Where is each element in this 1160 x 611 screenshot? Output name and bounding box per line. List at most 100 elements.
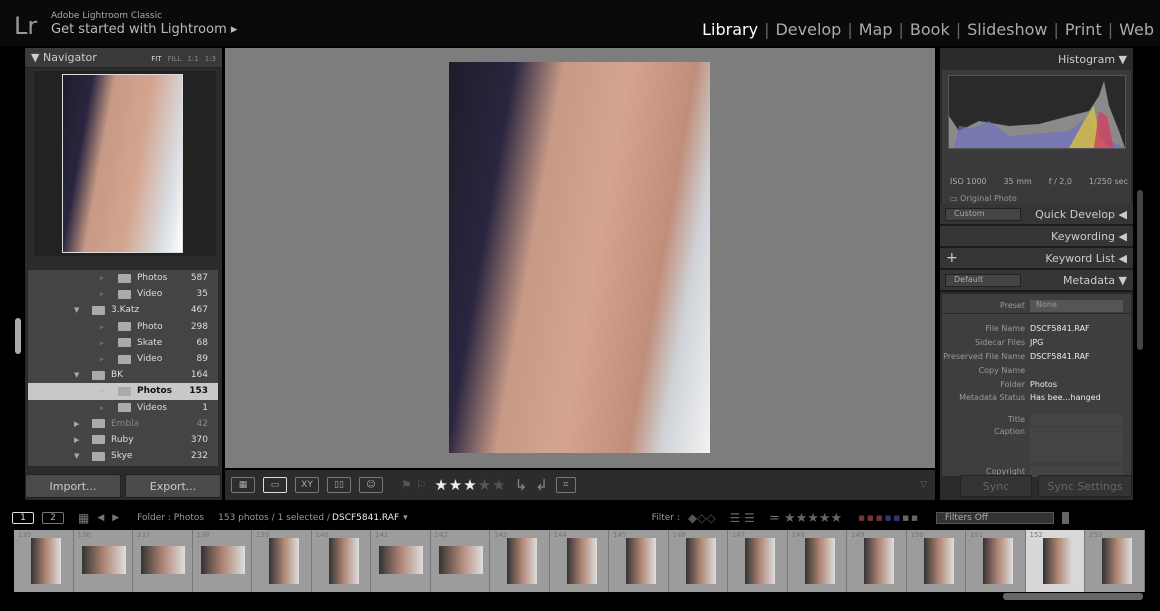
metadata-preset[interactable]: Default: [945, 274, 1021, 287]
import-button[interactable]: Import...: [25, 474, 121, 498]
quick-develop-header[interactable]: Custom Quick Develop ◀: [940, 204, 1133, 226]
filmstrip-thumbnail[interactable]: 140: [311, 530, 371, 592]
disclosure-icon[interactable]: ▹: [100, 404, 118, 412]
filmstrip-thumbnail[interactable]: 147: [728, 530, 788, 592]
folder-item[interactable]: ▼ 3.Katz 467: [28, 302, 218, 318]
folder-item[interactable]: ▹ Photos 153: [28, 383, 218, 400]
star-icon[interactable]: ★: [492, 476, 506, 494]
star-icon[interactable]: ★: [463, 476, 477, 494]
folder-item[interactable]: ▹ Video 89: [28, 351, 218, 367]
module-print[interactable]: Print: [1059, 20, 1108, 39]
filmstrip-thumbnail[interactable]: 138: [192, 530, 252, 592]
disclosure-icon[interactable]: ▼: [74, 306, 92, 314]
metadata-header[interactable]: Default Metadata ▼: [940, 270, 1133, 292]
folder-item[interactable]: ▶ Embla 42: [28, 416, 218, 432]
filter-lock[interactable]: [1061, 512, 1069, 524]
folder-item[interactable]: ▹ Videos 1: [28, 400, 218, 416]
metadata-value[interactable]: DSCF5841.RAF: [1030, 324, 1131, 333]
filmstrip-thumbnail[interactable]: 148: [787, 530, 847, 592]
filmstrip-thumbnail[interactable]: 144: [549, 530, 609, 592]
filmstrip-thumbnail[interactable]: 151: [966, 530, 1026, 592]
disclosure-icon[interactable]: ▶: [74, 436, 92, 444]
filmstrip-thumbnail[interactable]: 135: [14, 530, 74, 592]
disclosure-icon[interactable]: ▹: [100, 323, 118, 331]
disclosure-icon[interactable]: ▹: [100, 339, 118, 347]
folder-item[interactable]: ▹ Photo 298: [28, 319, 218, 335]
filmstrip-thumbnail[interactable]: 142: [430, 530, 490, 592]
edit-filter-icon[interactable]: ☰ ☰: [730, 511, 755, 525]
filmstrip-thumbnail[interactable]: 136: [73, 530, 133, 592]
loupe-view-icon[interactable]: ▭: [263, 477, 287, 493]
preset-dropdown[interactable]: None: [1030, 299, 1123, 312]
filmstrip-thumbnail[interactable]: 141: [371, 530, 431, 592]
filmstrip-thumbnail[interactable]: 152: [1025, 530, 1085, 592]
module-library[interactable]: Library: [696, 20, 764, 39]
folder-item[interactable]: ▼ Skye 232: [28, 448, 218, 464]
disclosure-icon[interactable]: ▼: [74, 371, 92, 379]
navigator-preview[interactable]: [34, 71, 216, 256]
module-develop[interactable]: Develop: [769, 20, 847, 39]
filmstrip-thumbnail[interactable]: 150: [906, 530, 966, 592]
module-book[interactable]: Book: [904, 20, 956, 39]
module-map[interactable]: Map: [853, 20, 899, 39]
zoom-1-1[interactable]: 1:1: [187, 55, 198, 63]
filmstrip-scrollbar[interactable]: [1003, 593, 1143, 600]
filmstrip-thumbnail[interactable]: 146: [668, 530, 728, 592]
rotate-left-icon[interactable]: ↳: [515, 476, 528, 494]
star-icon[interactable]: ★: [449, 476, 463, 494]
caption-field[interactable]: [1030, 426, 1123, 463]
histogram-header[interactable]: Histogram ▼: [940, 48, 1133, 70]
disclosure-icon[interactable]: ▹: [100, 355, 118, 363]
add-keyword-icon[interactable]: +: [946, 250, 958, 266]
crop-overlay-icon[interactable]: ⌗: [555, 477, 576, 493]
grid-icon[interactable]: ▦: [78, 511, 89, 525]
flag-icon[interactable]: ⚑ ⚐: [401, 478, 426, 492]
histogram-graph[interactable]: [948, 75, 1126, 149]
disclosure-icon[interactable]: ▹: [100, 290, 118, 298]
star-icon[interactable]: ★: [434, 476, 448, 494]
metadata-value[interactable]: JPG: [1030, 338, 1131, 347]
rating-filter[interactable]: = ★★★★★: [769, 511, 842, 526]
people-view-icon[interactable]: ☺: [359, 477, 383, 493]
folder-item[interactable]: ▹ Video 35: [28, 286, 218, 302]
filmstrip-thumbnail[interactable]: 137: [133, 530, 193, 592]
zoom-1-3[interactable]: 1:3: [205, 55, 216, 63]
flag-filter-icon[interactable]: ◆◇◇: [688, 511, 716, 525]
folder-item[interactable]: ▼ BK 164: [28, 367, 218, 383]
source-label[interactable]: Folder : Photos: [137, 513, 204, 523]
disclosure-icon[interactable]: ▼: [74, 452, 92, 460]
toolbar-menu-icon[interactable]: ▽: [920, 480, 927, 490]
back-arrow-icon[interactable]: ◀: [97, 513, 104, 523]
star-rating[interactable]: ★★★★★: [434, 476, 506, 494]
sync-settings-button[interactable]: Sync Settings: [1038, 475, 1132, 497]
quick-develop-preset[interactable]: Custom: [945, 208, 1021, 221]
right-scrollbar[interactable]: [1137, 190, 1143, 350]
filmstrip-thumbnail[interactable]: 145: [609, 530, 669, 592]
keyword-list-header[interactable]: + Keyword List ◀: [940, 248, 1133, 270]
second-window-button[interactable]: 2: [42, 512, 64, 524]
star-icon[interactable]: ★: [478, 476, 492, 494]
main-photo[interactable]: [449, 62, 710, 453]
left-scrollbar[interactable]: [15, 318, 21, 354]
filter-preset-dropdown[interactable]: Filters Off: [935, 512, 1054, 524]
export-button[interactable]: Export...: [125, 474, 221, 498]
rotate-right-icon[interactable]: ↲: [535, 476, 548, 494]
identity-plate[interactable]: Get started with Lightroom ▸: [51, 22, 237, 37]
disclosure-icon[interactable]: ▹: [100, 387, 118, 395]
color-filter[interactable]: ■ ■ ■ ■ ■ ■ ■: [858, 514, 918, 522]
metadata-value[interactable]: Photos: [1030, 380, 1131, 389]
folder-item[interactable]: ▹ Photos 587: [28, 270, 218, 286]
title-field[interactable]: [1030, 413, 1123, 426]
disclosure-icon[interactable]: ▹: [100, 274, 118, 282]
disclosure-icon[interactable]: ▶: [74, 420, 92, 428]
folder-item[interactable]: ▶ Ruby 370: [28, 432, 218, 448]
module-slideshow[interactable]: Slideshow: [961, 20, 1053, 39]
metadata-value[interactable]: DSCF5841.RAF: [1030, 352, 1131, 361]
compare-view-icon[interactable]: XY: [295, 477, 319, 493]
grid-view-icon[interactable]: ▦: [231, 477, 255, 493]
survey-view-icon[interactable]: ▯▯: [327, 477, 351, 493]
filmstrip-thumbnail[interactable]: 143: [490, 530, 550, 592]
zoom-fit[interactable]: FIT: [151, 55, 161, 63]
forward-arrow-icon[interactable]: ▶: [112, 513, 119, 523]
filmstrip-thumbnail[interactable]: 149: [847, 530, 907, 592]
